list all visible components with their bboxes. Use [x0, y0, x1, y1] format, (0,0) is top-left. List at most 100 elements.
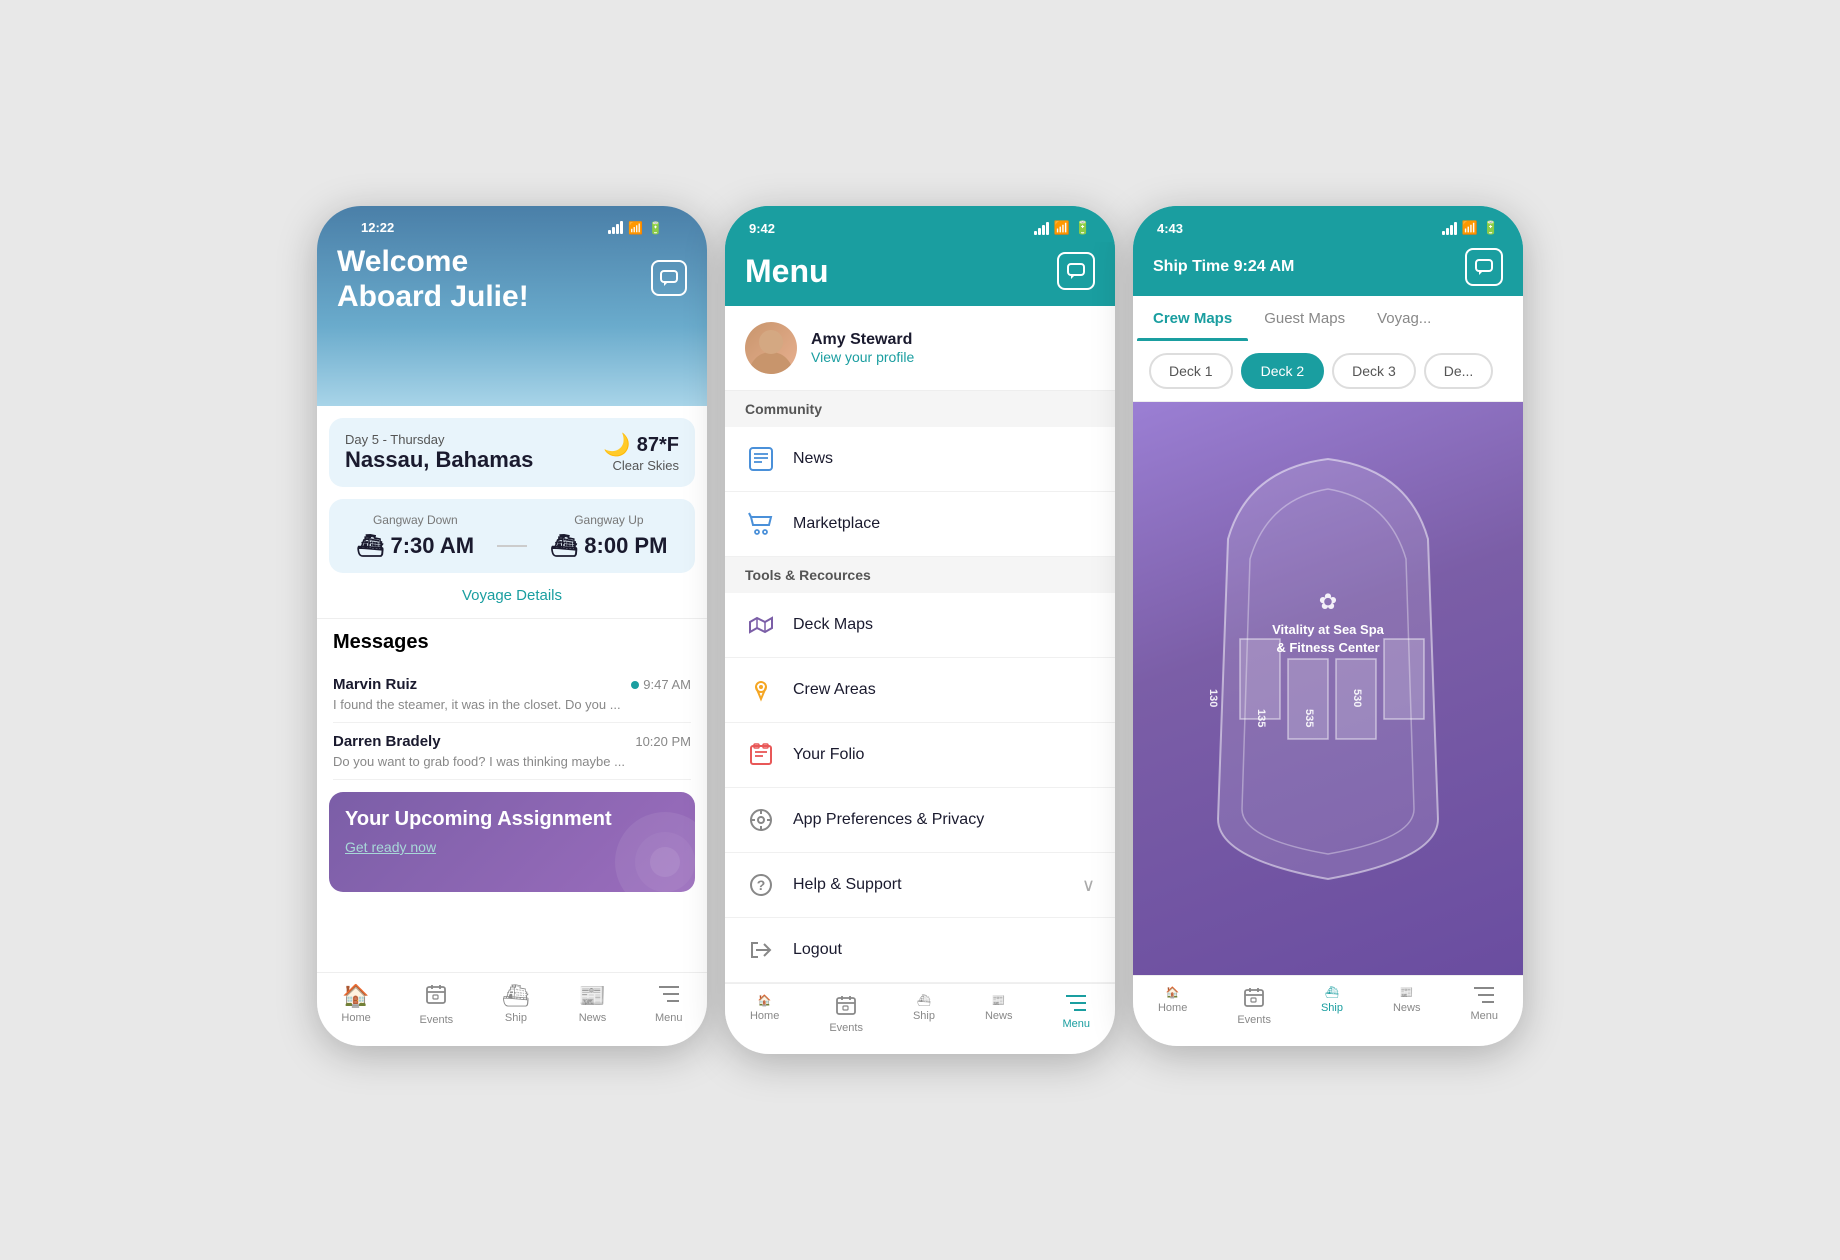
- nav-label-events-2: Events: [829, 1022, 863, 1034]
- unread-dot-0: [631, 681, 639, 689]
- news-icon-1: 📰: [579, 983, 606, 1009]
- nav-ship-3[interactable]: ⛴ Ship: [1321, 986, 1343, 1026]
- events-icon-3: [1243, 986, 1265, 1011]
- weather-info: 🌙 87*F Clear Skies: [603, 432, 679, 473]
- voyage-link[interactable]: Voyage Details: [317, 573, 707, 619]
- status-bar-3: 4:43 📶 🔋: [1133, 206, 1523, 242]
- nav-label-news-1: News: [579, 1012, 607, 1024]
- menu-item-logout[interactable]: Logout: [725, 918, 1115, 983]
- nav-news-1[interactable]: 📰 News: [579, 983, 607, 1026]
- folio-label: Your Folio: [793, 746, 1095, 764]
- ship-icon-down: ⛴: [357, 533, 385, 559]
- gangway-up: Gangway Up ⛴ 8:00 PM: [550, 513, 667, 559]
- signal-icon-1: [608, 221, 623, 234]
- nav-news-3[interactable]: 📰 News: [1393, 986, 1421, 1026]
- preview-0: I found the steamer, it was in the close…: [333, 697, 691, 712]
- port-card: Day 5 - Thursday Nassau, Bahamas 🌙 87*F …: [329, 418, 695, 487]
- svg-text:& Fitness Center: & Fitness Center: [1276, 640, 1379, 655]
- status-time-2: 9:42: [749, 221, 775, 236]
- message-item-1[interactable]: Darren Bradely 10:20 PM Do you want to g…: [333, 723, 691, 780]
- signal-icon-3: [1442, 222, 1457, 235]
- deck-btn-3[interactable]: Deck 3: [1332, 353, 1416, 389]
- svg-text:135: 135: [1255, 709, 1267, 727]
- tab-crew-maps[interactable]: Crew Maps: [1137, 296, 1248, 341]
- bottom-nav-3: 🏠 Home Events ⛴ Ship: [1133, 975, 1523, 1046]
- menu-item-preferences[interactable]: App Preferences & Privacy: [725, 788, 1115, 853]
- tab-guest-maps[interactable]: Guest Maps: [1248, 296, 1361, 341]
- sender-0: Marvin Ruiz: [333, 676, 417, 693]
- gangway-row: Gangway Down ⛴ 7:30 AM Gangway Up ⛴ 8:00…: [345, 513, 679, 559]
- nav-home-2[interactable]: 🏠 Home: [750, 994, 779, 1034]
- folio-icon: [745, 739, 777, 771]
- tabs-row: Crew Maps Guest Maps Voyag...: [1133, 296, 1523, 341]
- nav-ship-2[interactable]: ⛴ Ship: [913, 994, 935, 1034]
- nav-home-1[interactable]: 🏠 Home: [341, 983, 370, 1026]
- sender-1: Darren Bradely: [333, 733, 441, 750]
- profile-info: Amy Steward View your profile: [811, 331, 914, 365]
- menu-item-deck-maps[interactable]: Deck Maps: [725, 593, 1115, 658]
- help-icon: ?: [745, 869, 777, 901]
- deck-btn-2[interactable]: Deck 2: [1241, 353, 1325, 389]
- menu-item-marketplace[interactable]: Marketplace: [725, 492, 1115, 557]
- message-header-0: Marvin Ruiz 9:47 AM: [333, 676, 691, 693]
- nav-menu-2[interactable]: Menu: [1062, 994, 1090, 1034]
- home-icon-2: 🏠: [758, 994, 772, 1007]
- status-time-3: 4:43: [1157, 221, 1183, 236]
- phone3-header: Ship Time 9:24 AM: [1133, 242, 1523, 296]
- nav-menu-1[interactable]: Menu: [655, 983, 683, 1026]
- welcome-text: Welcome Aboard Julie!: [337, 245, 687, 314]
- help-chevron-icon: ∨: [1082, 875, 1095, 896]
- chat-icon-2[interactable]: [1057, 252, 1095, 290]
- nav-events-1[interactable]: Events: [420, 983, 454, 1026]
- phones-container: 12:22 📶 🔋 Welcome Aboard Julie!: [317, 206, 1523, 1054]
- battery-icon-3: 🔋: [1483, 220, 1499, 236]
- logout-label: Logout: [793, 941, 1095, 959]
- message-item-0[interactable]: Marvin Ruiz 9:47 AM I found the steamer,…: [333, 666, 691, 723]
- ship-icon-3: ⛴: [1325, 986, 1339, 999]
- nav-news-2[interactable]: 📰 News: [985, 994, 1013, 1034]
- gangway-divider: [497, 545, 527, 547]
- svg-text:535: 535: [1303, 709, 1315, 727]
- nav-label-news-2: News: [985, 1010, 1013, 1022]
- assignment-banner: Your Upcoming Assignment Get ready now: [329, 792, 695, 892]
- nav-label-menu-3: Menu: [1470, 1010, 1498, 1022]
- ship-time: Ship Time 9:24 AM: [1153, 248, 1503, 296]
- nav-label-menu-2: Menu: [1062, 1018, 1090, 1030]
- phone-2: 9:42 📶 🔋 Menu: [725, 206, 1115, 1054]
- menu-item-folio[interactable]: Your Folio: [725, 723, 1115, 788]
- chat-icon-1[interactable]: [651, 260, 687, 296]
- nav-menu-3[interactable]: Menu: [1470, 986, 1498, 1026]
- battery-icon-1: 🔋: [648, 221, 663, 235]
- gangway-down: Gangway Down ⛴ 7:30 AM: [357, 513, 474, 559]
- menu-item-news[interactable]: News: [725, 427, 1115, 492]
- menu-item-help[interactable]: ? Help & Support ∨: [725, 853, 1115, 918]
- phone2-header: Menu: [725, 242, 1115, 306]
- ship-map: 130 135 535 530 ✿ Vitality at Sea Spa & …: [1133, 402, 1523, 975]
- tab-voyage[interactable]: Voyag...: [1361, 296, 1447, 341]
- phone-1: 12:22 📶 🔋 Welcome Aboard Julie!: [317, 206, 707, 1046]
- profile-link[interactable]: View your profile: [811, 349, 914, 365]
- chat-icon-3[interactable]: [1465, 248, 1503, 286]
- nav-ship-1[interactable]: ⛴ Ship: [502, 983, 530, 1026]
- messages-section: Messages Marvin Ruiz 9:47 AM I found the…: [317, 619, 707, 780]
- menu-item-crew-areas[interactable]: Crew Areas: [725, 658, 1115, 723]
- svg-text:530: 530: [1351, 689, 1363, 707]
- crew-areas-label: Crew Areas: [793, 681, 1095, 699]
- nav-events-3[interactable]: Events: [1237, 986, 1271, 1026]
- deck-btn-4[interactable]: De...: [1424, 353, 1494, 389]
- svg-text:✿: ✿: [1319, 589, 1337, 614]
- svg-text:?: ?: [757, 877, 766, 893]
- nav-label-events-1: Events: [420, 1014, 454, 1026]
- deck-btn-1[interactable]: Deck 1: [1149, 353, 1233, 389]
- deck-maps-label: Deck Maps: [793, 616, 1095, 634]
- weather-desc: Clear Skies: [603, 458, 679, 473]
- section-header-community: Community: [725, 391, 1115, 427]
- nav-events-2[interactable]: Events: [829, 994, 863, 1034]
- events-icon-1: [425, 983, 447, 1011]
- nav-label-events-3: Events: [1237, 1014, 1271, 1026]
- status-time-1: 12:22: [361, 220, 394, 235]
- news-label: News: [793, 450, 1095, 468]
- time-1: 10:20 PM: [635, 734, 691, 749]
- deck-buttons: Deck 1 Deck 2 Deck 3 De...: [1133, 341, 1523, 402]
- nav-home-3[interactable]: 🏠 Home: [1158, 986, 1187, 1026]
